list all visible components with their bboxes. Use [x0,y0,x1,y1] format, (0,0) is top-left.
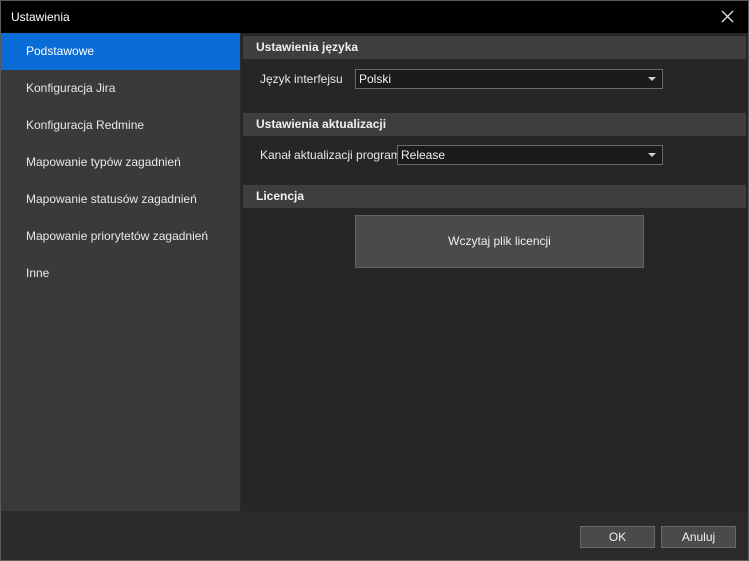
settings-content: Ustawienia języka Język interfejsu Polsk… [241,33,748,511]
load-license-button[interactable]: Wczytaj plik licencji [355,215,644,268]
dialog-footer: OK Anuluj [1,511,748,560]
close-icon [721,10,734,23]
sidebar-item-konfiguracja-redmine[interactable]: Konfiguracja Redmine [1,107,240,144]
chevron-down-icon [648,77,656,81]
language-section-header: Ustawienia języka [243,36,746,59]
license-section-header: Licencja [243,185,746,208]
sidebar-item-inne[interactable]: Inne [1,255,240,292]
update-channel-value: Release [401,148,446,162]
settings-window: Ustawienia Podstawowe Konfiguracja Jira … [0,0,749,561]
ok-button[interactable]: OK [580,526,655,548]
update-channel-select[interactable]: Release [397,145,663,165]
title-bar: Ustawienia [1,1,748,33]
language-select[interactable]: Polski [355,69,663,89]
language-label: Język interfejsu [260,72,343,86]
language-select-value: Polski [359,72,392,86]
close-button[interactable] [718,7,738,27]
chevron-down-icon [648,153,656,157]
update-section-header: Ustawienia aktualizacji [243,113,746,136]
window-title: Ustawienia [11,10,70,24]
settings-sidebar: Podstawowe Konfiguracja Jira Konfiguracj… [1,33,240,511]
sidebar-item-mapowanie-priorytetow[interactable]: Mapowanie priorytetów zagadnień [1,218,240,255]
sidebar-item-mapowanie-typow[interactable]: Mapowanie typów zagadnień [1,144,240,181]
cancel-button[interactable]: Anuluj [661,526,736,548]
sidebar-item-podstawowe[interactable]: Podstawowe [1,33,240,70]
sidebar-item-konfiguracja-jira[interactable]: Konfiguracja Jira [1,70,240,107]
sidebar-item-mapowanie-statusow[interactable]: Mapowanie statusów zagadnień [1,181,240,218]
update-channel-label: Kanał aktualizacji programu [260,148,408,162]
